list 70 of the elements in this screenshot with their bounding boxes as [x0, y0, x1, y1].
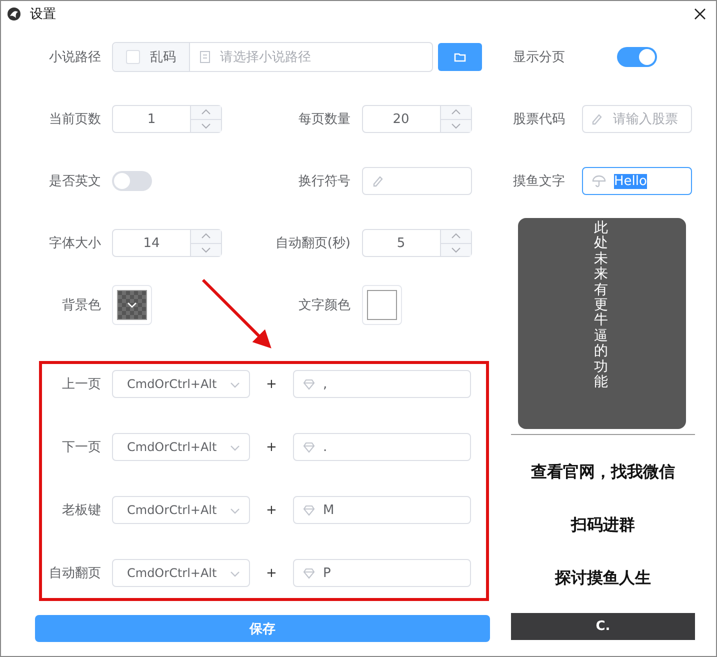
chevron-down-icon: [229, 506, 241, 514]
field-label: 自动翻页(秒): [274, 235, 350, 252]
plus-sign: +: [265, 502, 278, 518]
gem-icon: [303, 441, 315, 453]
gem-icon: [303, 378, 315, 390]
close-icon: [694, 8, 706, 20]
field-label: 字体大小: [48, 235, 101, 252]
number-field[interactable]: 20: [362, 105, 472, 133]
key-field[interactable]: .: [293, 433, 471, 461]
umbrella-icon: [592, 174, 606, 188]
shortcut-label: 老板键: [61, 502, 101, 519]
chevron-down-icon: [450, 122, 460, 129]
document-icon: [199, 50, 211, 64]
promo-text: 查看官网，找我微信: [530, 461, 676, 483]
chevron-down-icon: [201, 246, 211, 253]
pen-icon: [372, 174, 386, 188]
modifier-select[interactable]: CmdOrCtrl+Alt: [112, 370, 250, 398]
chevron-down-icon: [229, 380, 241, 388]
modifier-select[interactable]: CmdOrCtrl+Alt: [112, 559, 250, 587]
path-field[interactable]: 请选择小说路径: [190, 43, 432, 71]
shortcut-label: 自动翻页: [48, 565, 101, 582]
chevron-down-icon: [201, 122, 211, 129]
path-selector[interactable]: 乱码 请选择小说路径: [112, 42, 433, 72]
shortcut-label: 下一页: [61, 439, 101, 456]
folder-button[interactable]: [438, 43, 482, 71]
field-label: 显示分页: [513, 49, 566, 66]
field-label: 小说路径: [48, 49, 101, 66]
field-label: 文字颜色: [298, 297, 350, 314]
chevron-down-icon: [450, 246, 460, 253]
key-field[interactable]: P: [293, 559, 471, 587]
footer-bar: C.: [511, 613, 695, 640]
chevron-down-icon: [229, 444, 241, 450]
chevron-up-icon: [201, 109, 211, 116]
chevron-down-icon: [127, 302, 137, 308]
shortcut-label: 上一页: [61, 376, 101, 393]
text-field[interactable]: 请输入股票: [582, 105, 692, 133]
modifier-select[interactable]: CmdOrCtrl+Alt: [112, 433, 250, 461]
plus-sign: +: [265, 566, 278, 580]
modifier-select[interactable]: CmdOrCtrl+Alt: [112, 496, 250, 524]
promo-text: 探讨摸鱼人生: [554, 567, 652, 589]
plus-sign: +: [265, 376, 278, 392]
chevron-down-icon: [229, 570, 241, 576]
field-label: 背景色: [61, 297, 101, 314]
number-field[interactable]: 1: [112, 105, 222, 133]
field-label: 是否英文: [48, 173, 101, 190]
checkbox[interactable]: 乱码: [113, 43, 190, 71]
field-label: 换行符号: [298, 173, 350, 190]
app-icon: [7, 6, 21, 20]
field-label: 每页数量: [298, 111, 350, 128]
toggle-switch[interactable]: [112, 171, 152, 191]
field-label: 当前页数: [48, 111, 101, 128]
notice-panel: 此处未来有更牛逼的功能: [518, 218, 686, 429]
gem-icon: [303, 504, 315, 516]
text-field[interactable]: [362, 167, 472, 195]
field-label: 股票代码: [513, 111, 566, 128]
number-field[interactable]: 5: [362, 229, 472, 257]
chevron-up-icon: [450, 233, 460, 240]
promo-text: 扫码进群: [570, 514, 636, 536]
key-field[interactable]: ,: [293, 370, 471, 398]
window-title: 设置: [30, 6, 56, 22]
field-label: 摸鱼文字: [513, 173, 566, 190]
chevron-up-icon: [201, 233, 211, 240]
chevron-up-icon: [450, 109, 460, 116]
plus-sign: +: [265, 440, 278, 454]
key-field[interactable]: M: [293, 496, 471, 524]
text-field[interactable]: Hello: [582, 167, 692, 195]
gem-icon: [303, 567, 315, 579]
toggle-switch[interactable]: [617, 47, 657, 67]
folder-icon: [454, 52, 466, 62]
number-field[interactable]: 14: [112, 229, 222, 257]
